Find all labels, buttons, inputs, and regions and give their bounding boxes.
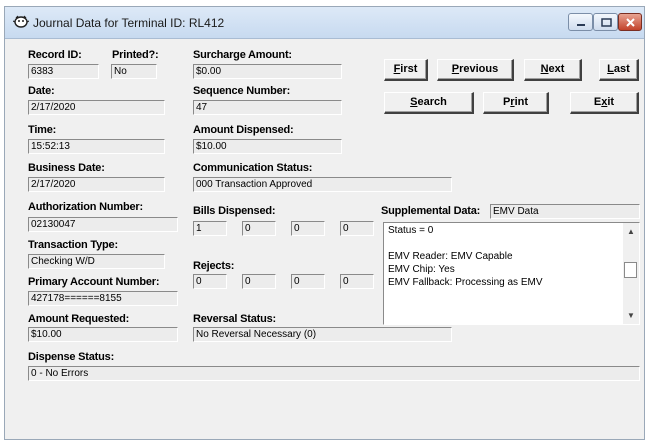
rejects-field: 0 [242,274,276,289]
scroll-down-arrow-icon[interactable]: ▼ [626,311,636,321]
date-field: 2/17/2020 [28,100,165,115]
previous-button[interactable]: Previous [437,59,514,81]
bills-dispensed-field: 0 [242,221,276,236]
previous-button-label: Previous [451,63,499,75]
reversal-status-field: No Reversal Necessary (0) [193,327,452,342]
amount-requested-label: Amount Requested: [28,313,130,325]
business-date-label: Business Date: [28,162,105,174]
supplemental-data-label: Supplemental Data: [381,205,481,217]
dispense-status-field: 0 - No Errors [28,366,640,381]
rejects-field: 0 [193,274,227,289]
amount-dispensed-label: Amount Dispensed: [193,124,294,136]
dispense-status-label: Dispense Status: [28,351,115,363]
record-id-label: Record ID: [28,49,82,61]
communication-status-label: Communication Status: [193,162,313,174]
primary-account-number-label: Primary Account Number: [28,276,160,288]
close-button[interactable] [618,13,642,31]
bills-dispensed-label: Bills Dispensed: [193,205,276,217]
business-date-field: 2/17/2020 [28,177,165,192]
vertical-scrollbar[interactable]: ▲ ▼ [623,223,639,324]
maximize-button[interactable] [593,13,618,31]
next-button[interactable]: Next [524,59,582,81]
print-button[interactable]: Print [483,92,549,114]
list-item: EMV Chip: Yes [388,264,455,275]
print-button-label: Print [502,96,529,108]
sequence-number-label: Sequence Number: [193,85,291,97]
printed-label: Printed?: [112,49,159,61]
surcharge-amount-label: Surcharge Amount: [193,49,292,61]
rejects-label: Rejects: [193,260,235,272]
bills-dispensed-field: 0 [291,221,325,236]
bills-dispensed-field: 0 [340,221,374,236]
minimize-icon [577,24,585,26]
printed-field: No [111,64,157,79]
scrollbar-thumb[interactable] [624,262,637,278]
time-label: Time: [28,124,57,136]
supplemental-data-listbox[interactable]: Status = 0 EMV Reader: EMV Capable EMV C… [383,222,640,325]
amount-dispensed-field: $10.00 [193,139,342,154]
authorization-number-field: 02130047 [28,217,178,232]
search-button[interactable]: Search [384,92,474,114]
transaction-type-label: Transaction Type: [28,239,118,251]
reversal-status-label: Reversal Status: [193,313,277,325]
window-title: Journal Data for Terminal ID: RL412 [33,16,225,30]
journal-app-icon [13,15,29,28]
exit-button-label: Exit [593,96,615,108]
surcharge-amount-field: $0.00 [193,64,342,79]
amount-requested-field: $10.00 [28,327,178,342]
date-label: Date: [28,85,55,97]
rejects-field: 0 [291,274,325,289]
first-button[interactable]: First [384,59,428,81]
bills-dispensed-field: 1 [193,221,227,236]
minimize-button[interactable] [568,13,593,31]
journal-window: Journal Data for Terminal ID: RL412 Reco… [4,6,645,440]
close-icon [626,18,635,27]
first-button-label: First [393,63,418,75]
next-button-label: Next [540,63,565,75]
title-bar[interactable]: Journal Data for Terminal ID: RL412 [5,7,644,39]
record-id-field: 6383 [28,64,99,79]
search-button-label: Search [410,96,447,108]
sequence-number-field: 47 [193,100,342,115]
rejects-field: 0 [340,274,374,289]
communication-status-field: 000 Transaction Approved [193,177,452,192]
list-item: EMV Reader: EMV Capable [388,251,513,262]
scroll-up-arrow-icon[interactable]: ▲ [626,227,636,237]
last-button-label: Last [607,63,630,75]
list-item: Status = 0 [388,225,434,236]
time-field: 15:52:13 [28,139,165,154]
primary-account-number-field: 427178======8155 [28,291,178,306]
supplemental-type-field: EMV Data [490,204,640,219]
last-button[interactable]: Last [599,59,639,81]
exit-button[interactable]: Exit [570,92,639,114]
authorization-number-label: Authorization Number: [28,201,143,213]
transaction-type-field: Checking W/D [28,254,165,269]
maximize-icon [601,18,612,27]
list-item: EMV Fallback: Processing as EMV [388,277,543,288]
